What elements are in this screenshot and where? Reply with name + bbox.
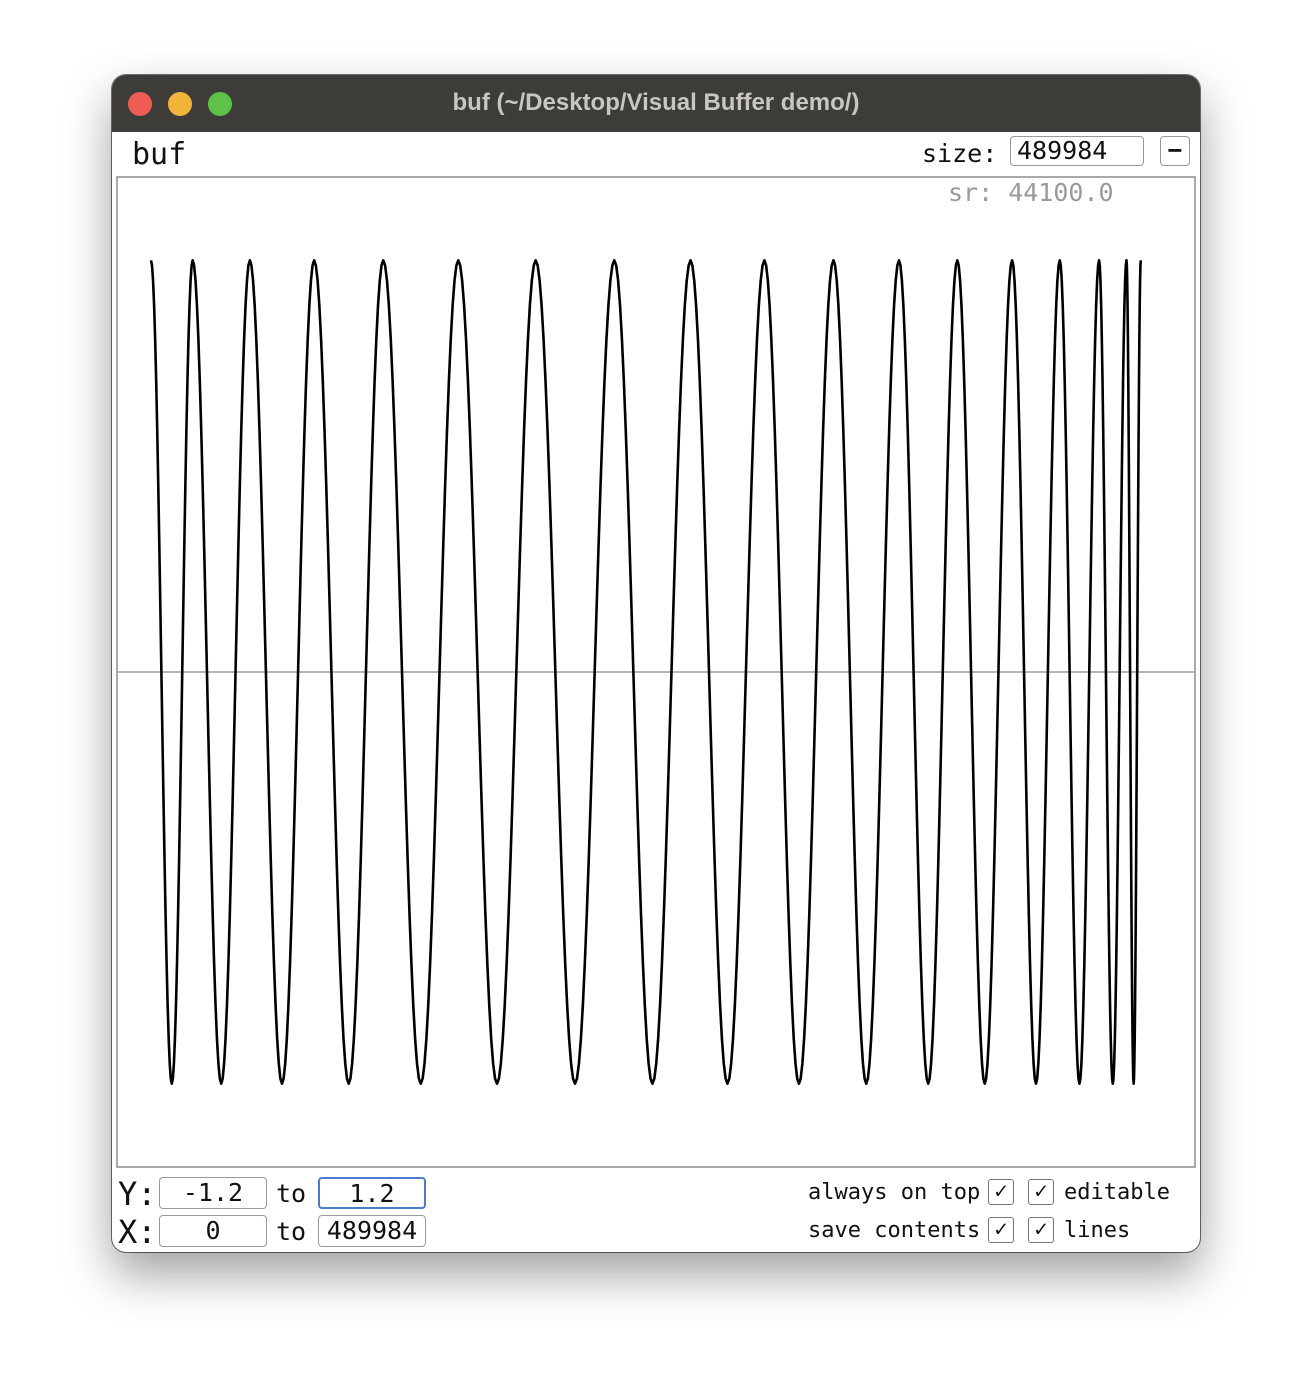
x-axis-label: X: [118,1213,157,1251]
buffer-name: buf [132,137,187,172]
size-field[interactable]: 489984 [1010,136,1144,166]
y-axis-label: Y: [118,1175,157,1213]
always-on-top-checkbox[interactable]: ✓ [988,1179,1014,1205]
y-min-field[interactable]: -1.2 [159,1177,267,1209]
save-contents-label: save contents [808,1218,981,1243]
save-contents-checkbox[interactable]: ✓ [988,1217,1014,1243]
x-max-field[interactable]: 489984 [318,1215,426,1247]
x-to-label: to [276,1217,307,1246]
y-to-label: to [276,1179,307,1208]
size-label: size: [922,139,998,168]
lines-checkbox[interactable]: ✓ [1028,1217,1054,1243]
editable-label: editable [1064,1180,1170,1205]
collapse-button[interactable]: − [1160,136,1190,166]
waveform-svg [118,259,1194,1085]
buffer-window: buf (~/Desktop/Visual Buffer demo/) buf … [112,75,1200,1252]
window-title: buf (~/Desktop/Visual Buffer demo/) [452,89,860,116]
waveform-plot[interactable] [116,176,1196,1168]
always-on-top-label: always on top [808,1180,981,1205]
lines-label: lines [1064,1218,1131,1243]
x-min-field[interactable]: 0 [159,1215,267,1247]
sample-rate-label: sr: 44100.0 [948,178,1114,207]
title-bar[interactable]: buf (~/Desktop/Visual Buffer demo/) [112,75,1200,132]
editable-checkbox[interactable]: ✓ [1028,1179,1054,1205]
y-max-field[interactable]: 1.2 [318,1177,426,1209]
